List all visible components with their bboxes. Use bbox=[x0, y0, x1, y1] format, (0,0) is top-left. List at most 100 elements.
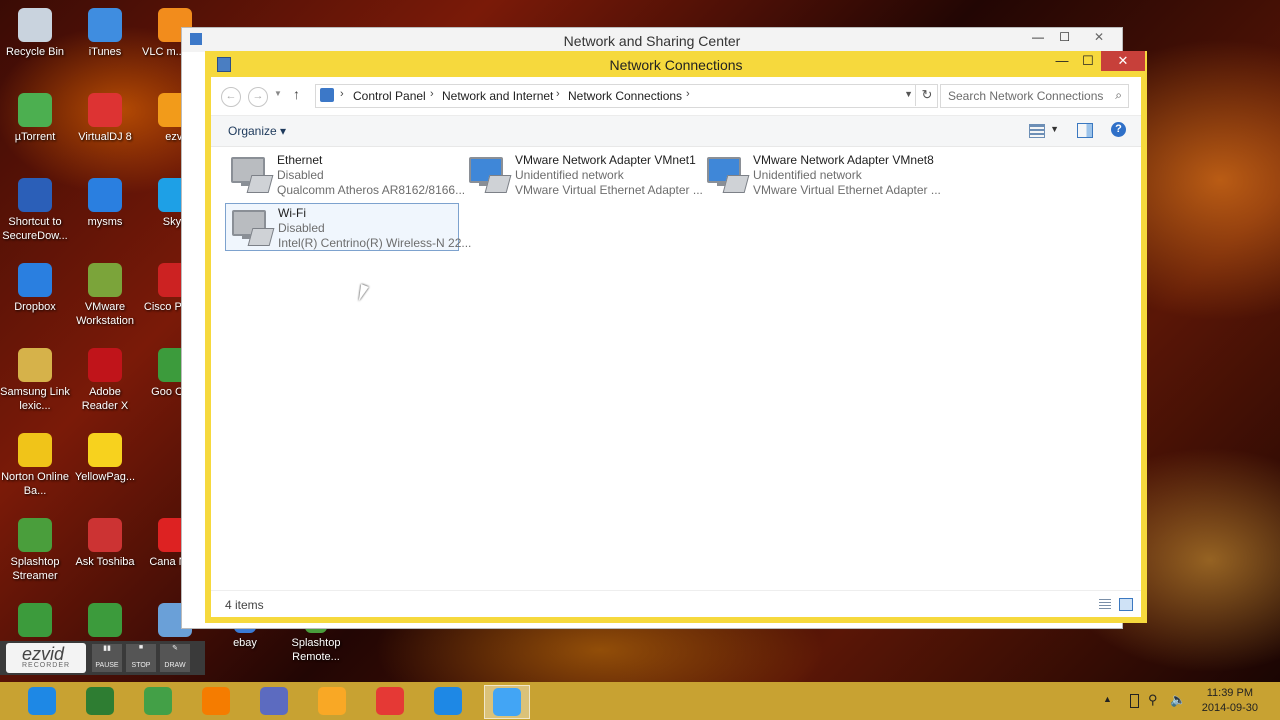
organize-menu-button[interactable]: Organize ▾ bbox=[228, 124, 286, 138]
help-icon[interactable]: ? bbox=[1111, 122, 1126, 137]
connection-status: Unidentified network bbox=[515, 168, 624, 182]
desktop-shortcut[interactable]: Norton Online Ba... bbox=[0, 433, 70, 498]
close-button[interactable]: ✕ bbox=[1094, 30, 1104, 44]
taskbar-app-button[interactable] bbox=[78, 685, 122, 717]
address-bar[interactable]: › Control Panel › Network and Internet ›… bbox=[315, 84, 938, 108]
evernote-icon bbox=[144, 687, 172, 715]
taskbar-app-button[interactable] bbox=[252, 685, 296, 717]
desktop-shortcut[interactable]: iTunes bbox=[70, 8, 140, 59]
desktop-shortcut[interactable]: Ask Toshiba bbox=[70, 518, 140, 569]
address-dropdown-chevron-icon[interactable]: ▼ bbox=[904, 89, 913, 99]
desktop-shortcut-label: Norton Online Ba... bbox=[1, 471, 69, 497]
breadcrumb-network-and-internet[interactable]: Network and Internet bbox=[442, 89, 553, 103]
desktop-shortcut-label: Ask Toshiba bbox=[75, 556, 135, 568]
ezvid-draw-button[interactable]: ✎ DRAW bbox=[160, 644, 190, 672]
virtualdj-icon bbox=[88, 93, 122, 127]
connection-name: VMware Network Adapter VMnet8 bbox=[753, 153, 934, 167]
large-icons-view-icon[interactable] bbox=[1119, 598, 1133, 611]
window-title: Network and Sharing Center bbox=[563, 33, 741, 49]
connection-device: Qualcomm Atheros AR8162/8166... bbox=[277, 183, 466, 197]
ezvid-sub: RECORDER bbox=[22, 662, 71, 669]
item-count: 4 items bbox=[225, 598, 264, 612]
samsung-link-icon bbox=[18, 348, 52, 382]
ezvid-pause-button[interactable]: ▮▮ PAUSE bbox=[92, 644, 122, 672]
preview-pane-icon[interactable] bbox=[1077, 123, 1093, 138]
desktop-shortcut[interactable]: Adobe Reader X bbox=[70, 348, 140, 413]
recent-locations-chevron-icon[interactable]: ▼ bbox=[274, 89, 282, 98]
network-adapter-icon bbox=[705, 155, 750, 195]
ethernet-adapter-icon bbox=[229, 155, 274, 195]
clock[interactable]: 11:39 PM 2014-09-30 bbox=[1202, 686, 1258, 716]
internet-explorer-icon bbox=[28, 687, 56, 715]
ezvid-stop-button[interactable]: ■ STOP bbox=[126, 644, 156, 672]
details-view-icon[interactable] bbox=[1099, 599, 1111, 609]
forward-button[interactable]: → bbox=[248, 87, 268, 107]
desktop-shortcut-label: Adobe Reader X bbox=[81, 386, 129, 412]
refresh-icon[interactable]: ↻ bbox=[915, 84, 938, 106]
control-panel-icon bbox=[493, 688, 521, 716]
maximize-button[interactable]: ☐ bbox=[1075, 51, 1101, 71]
view-options-chevron-icon[interactable]: ▼ bbox=[1050, 124, 1059, 134]
minimize-button[interactable]: — bbox=[1032, 30, 1044, 44]
taskbar-app-button[interactable] bbox=[368, 685, 412, 717]
title-bar: Network and Sharing Center — ☐ ✕ bbox=[182, 28, 1122, 52]
search-placeholder: Search Network Connections bbox=[948, 89, 1104, 103]
network-status-icon[interactable]: ⚲ bbox=[1148, 692, 1158, 708]
desktop-shortcut[interactable]: Shortcut to SecureDow... bbox=[0, 178, 70, 243]
desktop-shortcut[interactable]: Splashtop Streamer bbox=[0, 518, 70, 583]
desktop-shortcut[interactable] bbox=[0, 603, 70, 640]
desktop-shortcut-label: VirtualDJ 8 bbox=[78, 131, 132, 143]
desktop-shortcut[interactable]: Dropbox bbox=[0, 263, 70, 314]
file-explorer-icon bbox=[318, 687, 346, 715]
change-view-icon[interactable] bbox=[1029, 124, 1045, 138]
taskbar-app-button[interactable] bbox=[136, 685, 180, 717]
breadcrumb-control-panel[interactable]: Control Panel bbox=[353, 89, 426, 103]
taskbar-app-button[interactable] bbox=[194, 685, 238, 717]
adobe-reader-icon bbox=[88, 348, 122, 382]
taskbar-app-button[interactable] bbox=[20, 685, 64, 717]
window-title: Network Connections bbox=[609, 57, 743, 73]
desktop-shortcut[interactable]: Recycle Bin bbox=[0, 8, 70, 59]
connection-item[interactable]: VMware Network Adapter VMnet8 Unidentifie… bbox=[701, 151, 941, 197]
mysms-icon bbox=[88, 178, 122, 212]
search-icon[interactable]: ⌕ bbox=[1115, 88, 1122, 103]
connection-item[interactable]: VMware Network Adapter VMnet1 Unidentifie… bbox=[463, 151, 703, 197]
clock-time: 11:39 PM bbox=[1206, 687, 1253, 699]
connection-name: Wi-Fi bbox=[278, 206, 306, 220]
taskbar-app-button[interactable] bbox=[484, 685, 530, 719]
battery-icon[interactable] bbox=[1130, 694, 1139, 708]
desktop-shortcut[interactable] bbox=[70, 603, 140, 640]
desktop-shortcut-label: Samsung Link lexic... bbox=[0, 386, 70, 412]
search-input[interactable]: Search Network Connections ⌕ bbox=[940, 84, 1129, 108]
up-button[interactable]: ↑ bbox=[293, 86, 300, 102]
vmware-icon bbox=[88, 263, 122, 297]
taskbar-app-button[interactable] bbox=[426, 685, 470, 717]
dropbox-icon bbox=[18, 263, 52, 297]
back-button[interactable]: ← bbox=[221, 87, 241, 107]
desktop-shortcut[interactable]: mysms bbox=[70, 178, 140, 229]
connection-item[interactable]: Ethernet Disabled Qualcomm Atheros AR8162/… bbox=[225, 151, 465, 197]
desktop-shortcut-label: Shortcut to SecureDow... bbox=[2, 216, 68, 242]
mysms-icon bbox=[434, 687, 462, 715]
network-connections-window[interactable]: Network Connections — ☐ ✕ ← → ▼ ↑ › Cont… bbox=[205, 51, 1147, 623]
chrome-icon bbox=[18, 603, 52, 637]
desktop-shortcut-label: Recycle Bin bbox=[5, 46, 65, 58]
breadcrumb-network-connections[interactable]: Network Connections bbox=[568, 89, 682, 103]
utorrent-icon bbox=[18, 93, 52, 127]
desktop-shortcut[interactable]: YellowPag... bbox=[70, 433, 140, 484]
desktop-shortcut[interactable]: Samsung Link lexic... bbox=[0, 348, 70, 413]
taskbar-app-button[interactable] bbox=[310, 685, 354, 717]
ezvid-recorder-bar: ezvid RECORDER ▮▮ PAUSE ■ STOP ✎ DRAW bbox=[0, 641, 205, 675]
desktop-shortcut[interactable]: µTorrent bbox=[0, 93, 70, 144]
maximize-button[interactable]: ☐ bbox=[1059, 30, 1070, 44]
connection-item[interactable]: Wi-Fi Disabled Intel(R) Centrino(R) Wirele… bbox=[225, 203, 471, 251]
desktop-shortcut[interactable]: VirtualDJ 8 bbox=[70, 93, 140, 144]
desktop-shortcut[interactable]: VMware Workstation bbox=[70, 263, 140, 328]
clock-date: 2014-09-30 bbox=[1201, 702, 1258, 714]
desktop-shortcut-label: Splashtop Remote... bbox=[291, 637, 341, 663]
show-hidden-icons-chevron-icon[interactable]: ▲ bbox=[1103, 694, 1112, 704]
volume-icon[interactable]: 🔈 bbox=[1170, 692, 1186, 708]
minimize-button[interactable]: — bbox=[1049, 51, 1075, 71]
connection-name: VMware Network Adapter VMnet1 bbox=[515, 153, 696, 167]
close-button[interactable]: ✕ bbox=[1101, 51, 1145, 71]
